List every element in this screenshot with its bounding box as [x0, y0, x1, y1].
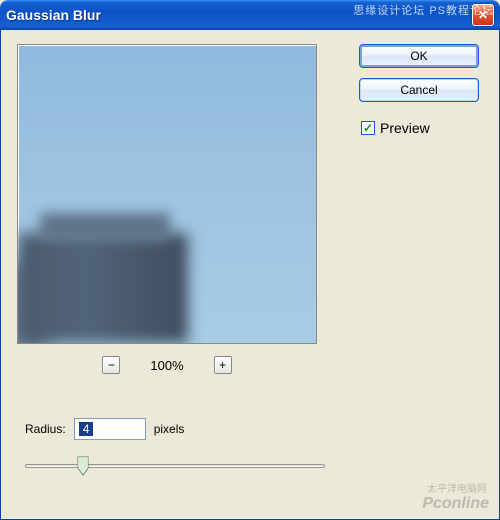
- cancel-label: Cancel: [400, 83, 437, 97]
- preview-checkbox[interactable]: ✓: [361, 121, 375, 135]
- check-icon: ✓: [363, 122, 373, 134]
- preview-checkbox-row: ✓ Preview: [361, 120, 430, 136]
- zoom-percent: 100%: [150, 358, 183, 373]
- preview-content: [18, 213, 198, 343]
- ok-label: OK: [410, 49, 427, 63]
- zoom-in-button[interactable]: +: [214, 356, 232, 374]
- preview-image[interactable]: [17, 44, 317, 344]
- radius-slider[interactable]: [25, 454, 325, 480]
- slider-track: [25, 464, 325, 468]
- radius-label: Radius:: [25, 422, 66, 436]
- close-icon: ✕: [478, 8, 488, 22]
- radius-row: Radius: 4 pixels: [25, 418, 184, 440]
- dialog-body: − 100% + OK Cancel ✓ Preview Radius: 4 p…: [0, 30, 500, 520]
- close-button[interactable]: ✕: [472, 4, 494, 26]
- watermark-small: 太平洋电脑网: [427, 480, 487, 495]
- zoom-controls: − 100% +: [17, 356, 317, 374]
- slider-thumb-icon: [77, 456, 89, 476]
- watermark-logo: Pconline: [422, 495, 489, 513]
- plus-icon: +: [219, 359, 226, 371]
- right-panel: OK Cancel ✓ Preview: [355, 44, 483, 136]
- ok-button[interactable]: OK: [359, 44, 479, 68]
- slider-thumb[interactable]: [77, 456, 89, 476]
- radius-input[interactable]: 4: [74, 418, 146, 440]
- zoom-out-button[interactable]: −: [102, 356, 120, 374]
- cancel-button[interactable]: Cancel: [359, 78, 479, 102]
- minus-icon: −: [108, 359, 115, 371]
- dialog-title: Gaussian Blur: [6, 7, 101, 23]
- radius-value: 4: [79, 422, 94, 436]
- titlebar: Gaussian Blur ✕: [0, 0, 500, 30]
- radius-unit: pixels: [154, 422, 185, 436]
- preview-label: Preview: [380, 120, 430, 136]
